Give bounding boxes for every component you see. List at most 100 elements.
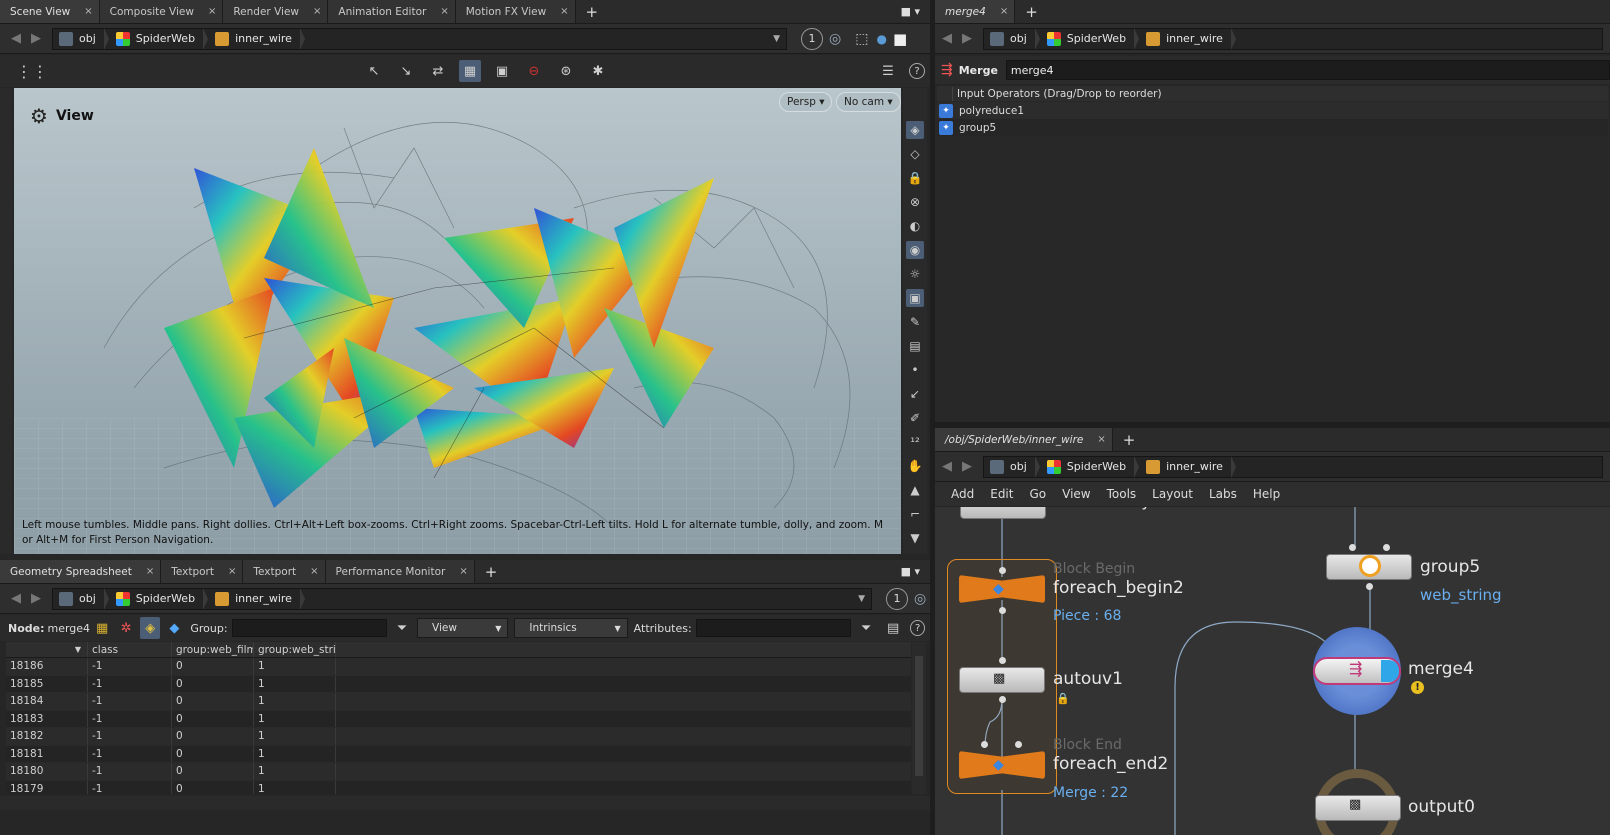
- menu-layout[interactable]: Layout: [1144, 487, 1201, 501]
- display-icon[interactable]: ■: [893, 30, 907, 48]
- camera-view-icon[interactable]: ▣: [906, 289, 924, 307]
- table-row[interactable]: 18184 -1 0 1: [6, 693, 911, 711]
- persp-menu[interactable]: Persp ▾: [779, 92, 833, 112]
- crumb-geo[interactable]: SpiderWeb: [1035, 27, 1140, 50]
- wire-icon[interactable]: ⊗: [906, 193, 924, 211]
- sphere-icon[interactable]: ●: [876, 32, 886, 46]
- table-scrollbar[interactable]: [912, 642, 926, 794]
- corner-icon[interactable]: ⌐: [906, 505, 924, 523]
- crumb-obj[interactable]: obj: [984, 27, 1040, 50]
- camera-menu[interactable]: No cam ▾: [836, 92, 901, 112]
- back-arrow-icon[interactable]: ◀: [6, 31, 26, 46]
- node-input-dot[interactable]: [981, 741, 988, 748]
- table-row[interactable]: 18182 -1 0 1: [6, 728, 911, 746]
- lock-icon[interactable]: 🔒: [906, 169, 924, 187]
- vertices-icon[interactable]: ✲: [116, 617, 136, 639]
- menu-go[interactable]: Go: [1021, 487, 1054, 501]
- menu-edit[interactable]: Edit: [982, 487, 1021, 501]
- pin-button[interactable]: 1: [886, 587, 908, 610]
- numbers-icon[interactable]: ¹²: [906, 433, 924, 451]
- snap-icon[interactable]: ▣: [491, 60, 513, 82]
- filter-icon[interactable]: ⏷: [392, 617, 412, 639]
- display-mode-icon[interactable]: ◈: [906, 121, 924, 139]
- close-icon[interactable]: ×: [1097, 434, 1105, 445]
- view-title[interactable]: ⚙ View: [30, 104, 94, 128]
- close-icon[interactable]: ×: [313, 6, 321, 17]
- crumb-sop[interactable]: inner_wire: [1134, 27, 1236, 50]
- chevron-down-icon[interactable]: ▼: [767, 34, 786, 44]
- render-icon[interactable]: ✱: [587, 60, 609, 82]
- node-output-dot[interactable]: [999, 607, 1006, 614]
- crumb-sop[interactable]: inner_wire: [1134, 455, 1236, 478]
- transform-icon[interactable]: ↘: [395, 60, 417, 82]
- box-icon[interactable]: ⬚: [855, 31, 868, 47]
- node-input-dot[interactable]: [999, 567, 1006, 574]
- intrinsics-dropdown[interactable]: Intrinsics ▼: [514, 618, 628, 638]
- group-field[interactable]: [231, 619, 387, 637]
- scrollbar-thumb[interactable]: [915, 656, 923, 776]
- geometry-spreadsheet[interactable]: ▼ class group:web_film group:web_stri 18…: [6, 642, 911, 794]
- view-dropdown[interactable]: View ▼: [417, 618, 509, 638]
- crumb-geo[interactable]: SpiderWeb: [104, 587, 209, 610]
- tab-render-view[interactable]: Render View ×: [223, 0, 329, 23]
- close-icon[interactable]: ×: [146, 566, 154, 577]
- add-tab-icon[interactable]: +: [1015, 0, 1048, 23]
- crumb-obj[interactable]: obj: [53, 27, 109, 50]
- close-icon[interactable]: ×: [208, 6, 216, 17]
- forward-arrow-icon[interactable]: ▶: [26, 591, 46, 606]
- point-icon[interactable]: ✎: [906, 313, 924, 331]
- table-hscrollbar[interactable]: [0, 796, 930, 810]
- light-icon[interactable]: ◉: [906, 241, 924, 259]
- list-item[interactable]: ✦ polyreduce1: [937, 102, 1608, 119]
- close-icon[interactable]: ×: [560, 6, 568, 17]
- ghost-icon[interactable]: ◇: [906, 145, 924, 163]
- node-name-field[interactable]: merge4: [1005, 60, 1610, 80]
- menu-labs[interactable]: Labs: [1201, 487, 1245, 501]
- close-icon[interactable]: ×: [310, 566, 318, 577]
- table-row[interactable]: 18185 -1 0 1: [6, 675, 911, 693]
- link-icon[interactable]: ◎: [914, 591, 926, 607]
- menu-add[interactable]: Add: [943, 487, 982, 501]
- crumb-obj[interactable]: obj: [53, 587, 109, 610]
- shade-icon[interactable]: ◐: [906, 217, 924, 235]
- table-row[interactable]: 18181 -1 0 1: [6, 745, 911, 763]
- menu-view[interactable]: View: [1054, 487, 1098, 501]
- menu-tools[interactable]: Tools: [1099, 487, 1145, 501]
- link-icon[interactable]: ◎: [829, 31, 841, 47]
- dot-icon[interactable]: •: [906, 361, 924, 379]
- network-editor[interactable]: connectivity1 ◆ Block Begin foreach_begi…: [935, 507, 1610, 835]
- table-row[interactable]: 18180 -1 0 1: [6, 763, 911, 781]
- pin-button[interactable]: 1: [801, 27, 823, 50]
- index-header[interactable]: ▼: [6, 642, 88, 657]
- attributes-field[interactable]: [695, 619, 852, 637]
- forward-arrow-icon[interactable]: ▶: [957, 459, 977, 474]
- display-options-icon[interactable]: ☰: [877, 60, 899, 82]
- column-header-class[interactable]: class: [88, 642, 172, 657]
- crumb-obj[interactable]: obj: [984, 455, 1040, 478]
- close-icon[interactable]: ×: [459, 566, 467, 577]
- close-icon[interactable]: ×: [1000, 6, 1008, 17]
- tab-network[interactable]: /obj/SpiderWeb/inner_wire ×: [935, 428, 1113, 451]
- viewport-3d[interactable]: ⚙ View Persp ▾ No cam ▾ Left mouse tumbl…: [14, 88, 901, 554]
- tab-scene-view[interactable]: Scene View ×: [0, 0, 100, 23]
- tab-animation-editor[interactable]: Animation Editor ×: [328, 0, 456, 23]
- points-icon[interactable]: ▦: [92, 617, 112, 639]
- tab-performance-monitor[interactable]: Performance Monitor ×: [325, 560, 475, 583]
- tab-param[interactable]: merge4 ×: [935, 0, 1016, 23]
- warning-icon[interactable]: !: [1411, 681, 1424, 694]
- tab-geometry-spreadsheet[interactable]: Geometry Spreadsheet ×: [0, 560, 162, 583]
- connectivity-node[interactable]: [960, 507, 1046, 519]
- crumb-geo[interactable]: SpiderWeb: [104, 27, 209, 50]
- brush-icon[interactable]: ✋: [906, 457, 924, 475]
- grid-menu-icon[interactable]: ⋮⋮: [16, 62, 48, 81]
- node-input-dot[interactable]: [1349, 544, 1356, 551]
- close-icon[interactable]: ×: [228, 566, 236, 577]
- normal-icon[interactable]: ↙: [906, 385, 924, 403]
- tab-composite-view[interactable]: Composite View ×: [99, 0, 224, 23]
- primitive-icon[interactable]: ▤: [906, 337, 924, 355]
- primitives-icon[interactable]: ◈: [140, 617, 161, 639]
- node-output-dot[interactable]: [999, 696, 1006, 703]
- menu-help[interactable]: Help: [1245, 487, 1288, 501]
- headlight-icon[interactable]: ☼: [906, 265, 924, 283]
- node-input-dot[interactable]: [999, 657, 1006, 664]
